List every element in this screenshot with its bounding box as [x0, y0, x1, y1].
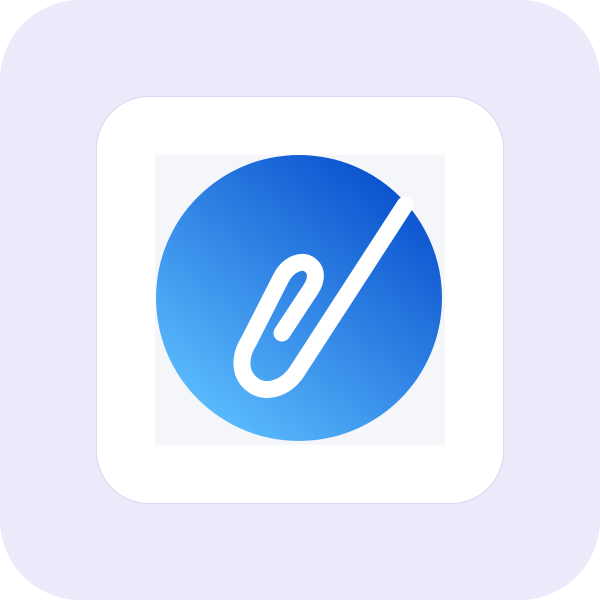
- paperclip-icon: [156, 155, 442, 441]
